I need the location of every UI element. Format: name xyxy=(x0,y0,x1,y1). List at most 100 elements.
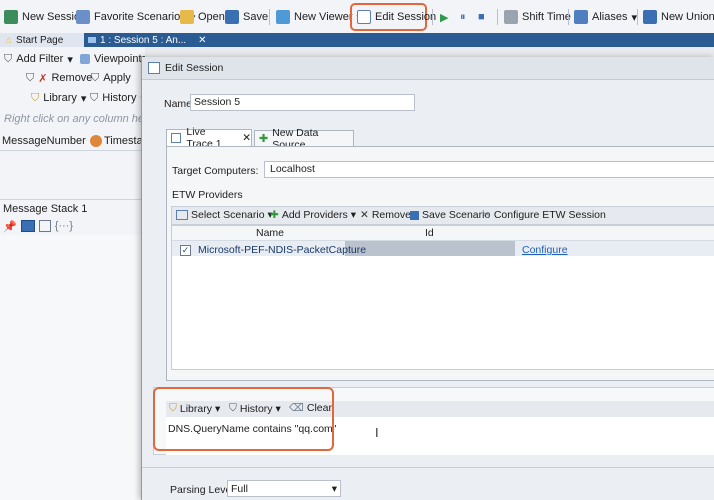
person-icon xyxy=(89,135,102,147)
session-name-input[interactable]: Session 5 xyxy=(190,94,415,111)
edit-session-dialog: Edit Session Name: Session 5 Live Trace … xyxy=(141,57,714,500)
dialog-titlebar xyxy=(142,57,714,80)
trace-icon xyxy=(171,133,182,143)
provider-checkbox[interactable]: ✓ xyxy=(180,244,191,256)
funnel-icon: ⛉ xyxy=(4,52,13,65)
toolbar-divider xyxy=(637,9,638,25)
chevron-down-icon: ▾ xyxy=(350,209,357,221)
funnel-icon: ⛉ xyxy=(26,71,35,84)
parsing-level-select[interactable]: Full ▾ xyxy=(227,480,341,497)
plus-icon: ✚ xyxy=(259,133,269,145)
tab-live-trace[interactable]: Live Trace 1 ✕ xyxy=(166,126,252,150)
document-tabs: ⌂ Start Page 1 : Session 5 : An... ✕ xyxy=(0,33,714,47)
wrench-icon: ✂ xyxy=(482,209,491,221)
viewpoints-icon xyxy=(80,54,90,64)
stop-icon: ■ xyxy=(478,11,485,23)
folder-icon xyxy=(180,10,194,24)
new-viewer-icon xyxy=(276,10,290,24)
message-stack-body xyxy=(0,235,145,500)
toolbar-divider xyxy=(568,9,569,25)
edit-session-icon xyxy=(357,10,371,24)
pin-icon[interactable]: 📌 xyxy=(3,220,17,233)
grid-view-icon[interactable] xyxy=(20,220,35,232)
aliases-button[interactable]: Aliases ▾ xyxy=(574,9,637,25)
remove-provider-button[interactable]: ✕ Remove xyxy=(360,209,411,221)
column-header-id[interactable]: Id xyxy=(425,227,434,239)
toolbar-divider xyxy=(497,9,498,25)
close-icon: ✕ xyxy=(360,209,369,221)
library-icon: ⛉ xyxy=(31,91,40,104)
table-view-icon[interactable] xyxy=(38,220,51,232)
configure-etw-button[interactable]: ✂ Configure ETW Session xyxy=(482,209,606,221)
open-button[interactable]: Open xyxy=(180,9,225,25)
braces-icon[interactable]: {···} xyxy=(55,220,73,232)
remove-filter-button[interactable]: ⛉ ✗ Remove xyxy=(26,70,92,86)
close-icon[interactable]: ✕ xyxy=(242,132,251,144)
pause-icon: ⏸ xyxy=(460,10,466,23)
home-icon: ⌂ xyxy=(6,34,13,46)
history-icon: ⛉ xyxy=(90,91,99,104)
column-header-name[interactable]: Name xyxy=(256,227,284,239)
select-scenario-button[interactable]: Select Scenario ▾ xyxy=(176,209,273,221)
pane-divider xyxy=(0,199,145,200)
filter-pane: ⛉ Add Filter ▾ Viewpoints ⛉ ✗ Remove ⛉ A… xyxy=(0,47,156,500)
shift-time-icon xyxy=(504,10,518,24)
plus-icon: ✚ xyxy=(270,209,279,221)
add-providers-button[interactable]: ✚ Add Providers ▾ xyxy=(270,209,356,221)
column-header-message-number[interactable]: MessageNumber xyxy=(2,133,102,149)
new-session-button[interactable]: New Session xyxy=(4,9,86,25)
text-cursor-icon: I xyxy=(375,425,379,440)
library-button[interactable]: ⛉ Library ▾ xyxy=(31,90,86,106)
target-computers-label: Target Computers: xyxy=(172,165,259,177)
save-icon xyxy=(225,10,239,24)
tab-new-data-source[interactable]: ✚ New Data Source xyxy=(254,127,354,151)
dialog-divider xyxy=(142,467,714,468)
pause-button[interactable]: ⏸ xyxy=(460,9,466,25)
column-hint: Right click on any column head xyxy=(4,113,157,125)
play-button[interactable]: ▶ xyxy=(440,9,448,25)
viewpoints-button[interactable]: Viewpoints xyxy=(80,51,147,67)
message-stack-title: Message Stack 1 xyxy=(3,203,88,215)
main-toolbar: New Session Favorite Scenarios ▾ Open Sa… xyxy=(0,0,714,34)
new-session-icon xyxy=(4,10,18,24)
aliases-icon xyxy=(574,10,588,24)
apply-filter-button[interactable]: ⛉ Apply xyxy=(91,70,131,86)
provider-name: Microsoft-PEF-NDIS-PacketCapture xyxy=(198,244,367,256)
tab-session[interactable]: 1 : Session 5 : An... ✕ xyxy=(82,33,213,47)
stop-button[interactable]: ■ xyxy=(478,9,485,25)
close-icon[interactable]: ✕ xyxy=(198,35,206,46)
tab-start-page[interactable]: ⌂ Start Page xyxy=(0,33,84,47)
edit-session-button[interactable]: Edit Session xyxy=(357,9,436,25)
grid-divider xyxy=(0,150,145,151)
add-filter-button[interactable]: ⛉ Add Filter ▾ xyxy=(4,51,73,67)
scenario-icon xyxy=(176,210,188,220)
save-button[interactable]: Save xyxy=(225,9,268,25)
session-tab-icon xyxy=(88,37,96,43)
etw-providers-label: ETW Providers xyxy=(172,189,243,201)
edit-session-icon xyxy=(148,62,160,74)
grid-header xyxy=(172,226,714,241)
new-union-icon xyxy=(643,10,657,24)
remove-icon: ✗ xyxy=(38,72,48,85)
save-icon xyxy=(410,210,419,220)
dialog-title: Edit Session xyxy=(148,62,223,74)
new-union-button[interactable]: New Union xyxy=(643,9,714,25)
shift-time-button[interactable]: Shift Time xyxy=(504,9,571,25)
save-scenario-button[interactable]: Save Scenario xyxy=(410,209,490,221)
chevron-down-icon: ▾ xyxy=(331,482,337,495)
message-stack-toolbar: 📌 {···} xyxy=(3,218,73,234)
toolbar-divider xyxy=(432,9,433,25)
target-computers-input[interactable]: Localhost xyxy=(264,161,714,178)
provider-id-redacted xyxy=(345,241,515,256)
funnel-icon: ⛉ xyxy=(91,71,100,84)
chevron-down-icon: ▾ xyxy=(80,92,87,105)
play-icon: ▶ xyxy=(440,11,449,24)
chevron-down-icon: ▾ xyxy=(67,53,73,66)
configure-link[interactable]: Configure xyxy=(522,244,568,256)
favorite-scenarios-icon xyxy=(76,10,90,24)
filter-highlight xyxy=(153,387,334,451)
history-button[interactable]: ⛉ History ▾ xyxy=(90,90,146,106)
favorite-scenarios-button[interactable]: Favorite Scenarios ▾ xyxy=(76,9,195,25)
toolbar-divider xyxy=(269,9,270,25)
checkmark-icon: ✓ xyxy=(180,245,191,256)
